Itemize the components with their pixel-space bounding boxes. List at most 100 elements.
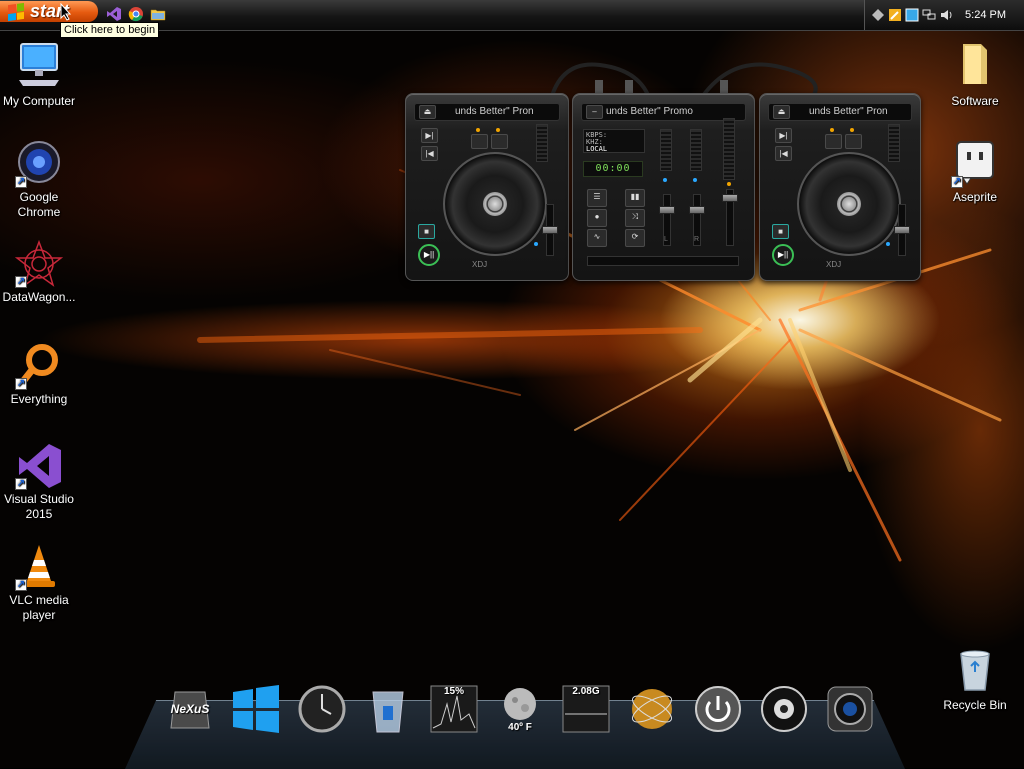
blue-square-icon[interactable] <box>905 8 919 22</box>
shortcut-arrow-icon: ↗ <box>15 378 27 390</box>
start-tooltip: Click here to begin <box>60 22 160 38</box>
weather-label: 40º F <box>508 722 532 733</box>
nexus-icon[interactable]: NeXuS <box>165 684 215 734</box>
mouse-cursor-icon <box>60 3 72 21</box>
start-button[interactable]: start <box>0 1 98 22</box>
left-deck-platter[interactable] <box>443 152 547 256</box>
shortcut-arrow-icon: ↗ <box>15 579 27 591</box>
led-indicator <box>830 128 834 132</box>
diamond-icon[interactable] <box>871 8 885 22</box>
repeat-icon[interactable]: ⟳ <box>625 229 645 247</box>
volume-speaker-icon <box>761 686 807 732</box>
camera-icon[interactable] <box>825 684 875 734</box>
equalizer-icon[interactable]: ▮▮ <box>625 189 645 207</box>
waveform-icon[interactable]: ∿ <box>587 229 607 247</box>
chrome-orb-icon-wrap: ↗ <box>15 140 63 188</box>
shuffle-icon[interactable]: ⤨ <box>625 209 645 227</box>
next-track-icon[interactable]: ▶| <box>421 128 438 143</box>
master-fader-knob[interactable] <box>722 194 738 202</box>
dj-left-deck: ⏏ unds Better" Pron ▶| |◀ ■ ▶|| XDJ <box>405 93 569 281</box>
weather-icon[interactable]: 40º F <box>495 684 545 734</box>
desktop-icon-software[interactable]: Software <box>935 40 1015 109</box>
deck-brand: XDJ <box>826 260 842 269</box>
clock[interactable]: 5:24 PM <box>965 9 1006 21</box>
network-globe-icon[interactable] <box>627 684 677 734</box>
folder-icon <box>963 44 987 84</box>
play-pause-button[interactable]: ▶|| <box>772 244 794 266</box>
recycle-bin-icon <box>960 650 990 691</box>
pitch-fader-knob[interactable] <box>542 226 558 234</box>
prev-track-icon[interactable]: |◀ <box>421 146 438 161</box>
mixer-time: 00:00 <box>583 161 643 177</box>
windows-flag-icon <box>8 2 24 21</box>
mixer-title: unds Better" Promo <box>606 106 693 117</box>
speaker-icon[interactable] <box>939 8 953 22</box>
cpu-meter-icon[interactable]: 15% <box>429 684 479 734</box>
windows-icon[interactable] <box>231 684 281 734</box>
mixer-lcd: KBPS: KHZ: LOCAL <box>583 129 645 153</box>
playlist-icon[interactable]: ☰ <box>587 189 607 207</box>
loop-button[interactable]: ■ <box>772 224 789 239</box>
pencil-icon[interactable] <box>888 8 902 22</box>
desktop-icon-everything[interactable]: ↗ Everything <box>0 342 79 407</box>
next-track-icon[interactable]: ▶| <box>775 128 792 143</box>
master-meter <box>723 118 735 180</box>
chrome-icon[interactable] <box>128 6 144 22</box>
desktop-icon-google-chrome[interactable]: ↗ Google Chrome <box>0 140 79 220</box>
stop-icon[interactable]: ● <box>587 209 607 227</box>
loop-button[interactable]: ■ <box>418 224 435 239</box>
desktop-icon-datawagon[interactable]: ↗ DataWagon... <box>0 239 79 305</box>
right-deck-level-meter <box>888 124 900 162</box>
desktop-icon-my-computer[interactable]: My Computer <box>0 40 79 109</box>
prev-track-icon[interactable]: |◀ <box>775 146 792 161</box>
cue-button[interactable] <box>471 134 488 149</box>
folder-icon[interactable] <box>150 6 166 22</box>
dock: NeXuS 15% 40º F 2.08G <box>165 684 873 748</box>
speaker-dock-icon[interactable] <box>759 684 809 734</box>
power-icon[interactable] <box>693 684 743 734</box>
platter-center <box>483 192 507 216</box>
desktop-icon-label: Aseprite <box>952 190 998 204</box>
channel-right-meter <box>690 129 702 171</box>
mixer-track-bar: – unds Better" Promo <box>581 103 746 121</box>
sync-button[interactable] <box>491 134 508 149</box>
recycle-bin-dock-icon[interactable] <box>363 684 413 734</box>
webcam-icon <box>827 686 873 732</box>
visual-studio-icon[interactable] <box>106 6 122 22</box>
pitch-fader-knob[interactable] <box>894 226 910 234</box>
desktop-icon-label: Google Chrome <box>17 190 61 219</box>
quick-launch <box>106 6 166 22</box>
desktop-icon-label: Visual Studio 2015 <box>4 492 74 521</box>
desktop-icon-vlc[interactable]: ↗ VLC media player <box>0 543 79 623</box>
nexus-label: NeXuS <box>170 702 210 716</box>
computer-icon <box>19 43 59 86</box>
desktop-icon-recycle-bin[interactable]: Recycle Bin <box>935 644 1015 713</box>
minimize-icon[interactable]: – <box>586 105 603 119</box>
eject-icon[interactable]: ⏏ <box>419 105 436 119</box>
ram-meter-icon[interactable]: 2.08G <box>561 684 611 734</box>
shortcut-arrow-icon: ↗ <box>15 478 27 490</box>
dj-right-deck: ⏏ unds Better" Pron ▶| |◀ ■ ▶|| XDJ <box>759 93 921 281</box>
deck-brand: XDJ <box>472 260 488 269</box>
channel-right-label: R <box>694 236 700 243</box>
led-indicator <box>850 128 854 132</box>
desktop-icon-label: My Computer <box>2 94 76 108</box>
desktop-icon-aseprite[interactable]: ↗ Aseprite <box>935 140 1015 205</box>
cue-button[interactable] <box>825 134 842 149</box>
crossfader-track[interactable] <box>587 256 739 266</box>
channel-right-fader-knob[interactable] <box>689 206 705 214</box>
sync-button[interactable] <box>845 134 862 149</box>
clock-gadget-icon[interactable] <box>297 684 347 734</box>
ram-label: 2.08G <box>572 686 600 697</box>
channel-left-meter <box>660 129 672 171</box>
right-deck-title: unds Better" Pron <box>809 106 888 117</box>
play-pause-button[interactable]: ▶|| <box>418 244 440 266</box>
eject-icon[interactable]: ⏏ <box>773 105 790 119</box>
desktop-icon-visual-studio[interactable]: ↗ Visual Studio 2015 <box>0 442 79 522</box>
channel-left-label: L <box>664 236 668 243</box>
right-deck-platter[interactable] <box>797 152 901 256</box>
left-deck-title: unds Better" Pron <box>455 106 534 117</box>
channel-left-fader-knob[interactable] <box>659 206 675 214</box>
network-icon[interactable] <box>922 8 936 22</box>
analog-clock-icon <box>298 685 346 733</box>
